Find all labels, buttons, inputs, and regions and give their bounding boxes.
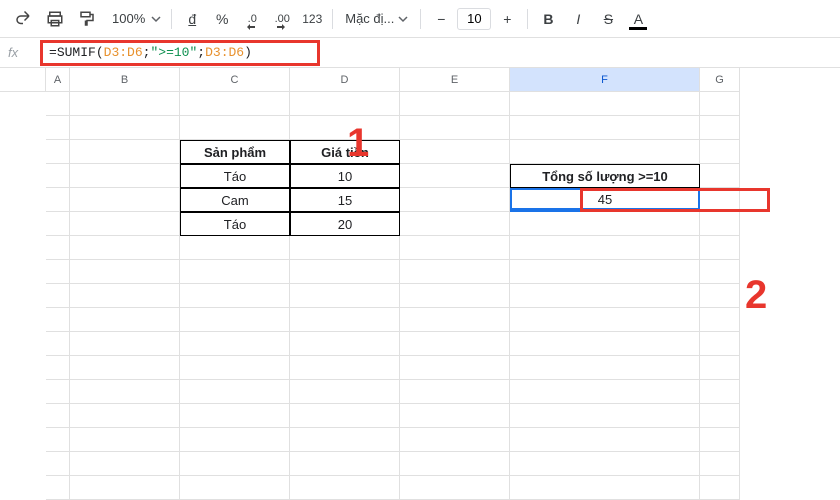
separator [171, 9, 172, 29]
formula-bar: fx =SUMIF(D3:D6; ">=10"; D3:D6) [0, 38, 840, 68]
col-header-b[interactable]: B [70, 68, 180, 92]
print-button[interactable] [40, 4, 70, 34]
cell-c3[interactable]: Sản phẩm [180, 140, 290, 164]
cell-c5[interactable]: Cam [180, 188, 290, 212]
cell-c4[interactable]: Táo [180, 164, 290, 188]
decrease-font-button[interactable]: − [427, 5, 455, 33]
col-header-c[interactable]: C [180, 68, 290, 92]
chevron-down-icon [151, 14, 161, 24]
cell-d3[interactable]: Giá tiền [290, 140, 400, 164]
number-format-button[interactable]: 123 [298, 5, 326, 33]
increase-font-button[interactable]: + [493, 5, 521, 33]
toolbar: 100% đ % .0 .00 123 Mặc đị... − + B I S … [0, 0, 840, 38]
decrease-decimal-button[interactable]: .0 [238, 5, 266, 33]
cell-f4[interactable]: Tổng số lượng >=10 [510, 164, 700, 188]
currency-button[interactable]: đ [178, 5, 206, 33]
col-header-g[interactable]: G [700, 68, 740, 92]
zoom-value: 100% [108, 11, 149, 26]
fx-icon: fx [8, 45, 32, 60]
separator [332, 9, 333, 29]
cell-d5[interactable]: 15 [290, 188, 400, 212]
font-size-input[interactable] [457, 8, 491, 30]
paint-format-button[interactable] [72, 4, 102, 34]
italic-button[interactable]: I [564, 5, 592, 33]
font-size-group: − + [427, 5, 521, 33]
zoom-select[interactable]: 100% [104, 11, 165, 26]
col-header-f[interactable]: F [510, 68, 700, 92]
cell-c6[interactable]: Táo [180, 212, 290, 236]
percent-button[interactable]: % [208, 5, 236, 33]
cell-d6[interactable]: 20 [290, 212, 400, 236]
rows: Sản phẩm Giá tiền Táo 10 Tổng số lượng >… [0, 92, 840, 500]
corner-select[interactable] [0, 68, 46, 92]
text-color-button[interactable]: A [624, 5, 652, 33]
separator [527, 9, 528, 29]
cell-d4[interactable]: 10 [290, 164, 400, 188]
formula-input[interactable]: =SUMIF(D3:D6; ">=10"; D3:D6) [40, 40, 320, 66]
col-header-e[interactable]: E [400, 68, 510, 92]
redo-button[interactable] [8, 4, 38, 34]
chevron-down-icon [398, 14, 408, 24]
increase-decimal-button[interactable]: .00 [268, 5, 296, 33]
font-select[interactable]: Mặc đị... [339, 11, 414, 26]
strike-button[interactable]: S [594, 5, 622, 33]
bold-button[interactable]: B [534, 5, 562, 33]
col-header-a[interactable]: A [46, 68, 70, 92]
separator [420, 9, 421, 29]
cell-f5-active[interactable]: 45 [510, 188, 700, 212]
column-headers: A B C D E F G [0, 68, 840, 92]
spreadsheet-grid[interactable]: A B C D E F G Sản phẩm Giá tiền Táo 10 T… [0, 68, 840, 500]
col-header-d[interactable]: D [290, 68, 400, 92]
font-name: Mặc đị... [345, 11, 394, 26]
